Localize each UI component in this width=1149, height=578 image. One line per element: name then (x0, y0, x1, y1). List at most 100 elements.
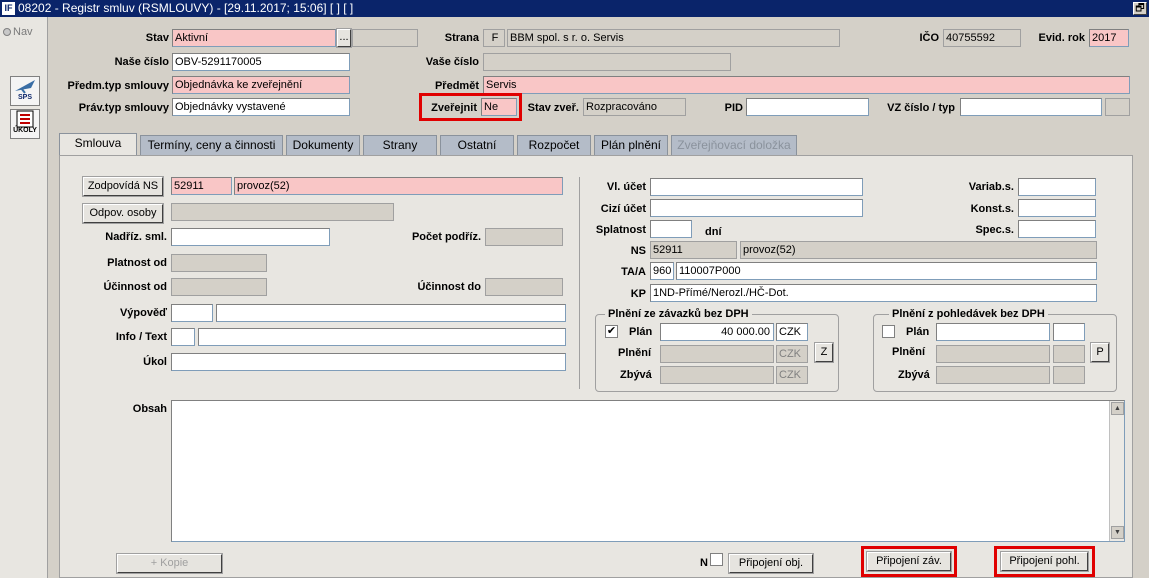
ukoly-label: ÚKOLY (13, 127, 37, 134)
taa-value-field[interactable]: 110007P000 (676, 262, 1097, 280)
tab-dokumenty[interactable]: Dokumenty (286, 135, 360, 155)
tab-terminy[interactable]: Termíny, ceny a činnosti (140, 135, 283, 155)
strana-label: Strana (444, 32, 479, 44)
ico-field: 40755592 (943, 29, 1021, 47)
zbyva-zav-field (660, 366, 774, 384)
vypoved-a-field[interactable] (171, 304, 213, 322)
pocet-podriz-label: Počet podříz. (411, 231, 481, 243)
cizi-ucet-field[interactable] (650, 199, 863, 217)
kp-label: KP (630, 288, 646, 300)
info-a-field[interactable] (171, 328, 195, 346)
window-titlebar: IF 08202 - Registr smluv (RSMLOUVY) - [2… (0, 0, 1149, 17)
variab-field[interactable] (1018, 178, 1096, 196)
tab-ostatni[interactable]: Ostatní (440, 135, 514, 155)
ico-label: IČO (919, 32, 939, 44)
scroll-up-icon[interactable]: ▲ (1111, 402, 1124, 415)
stav-field[interactable]: Aktivní (172, 29, 336, 47)
plan-pohl-label: Plán (906, 326, 930, 338)
plan-pohl-currency[interactable] (1053, 323, 1085, 341)
stav-lookup-button[interactable]: ... (336, 28, 352, 48)
info-text-label: Info / Text (115, 331, 167, 343)
plan-zav-checkbox[interactable]: ✔ (605, 325, 618, 338)
nav-toggle[interactable]: Nav (3, 26, 33, 38)
kp-field[interactable]: 1ND-Přímé/Nerozl./HČ-Dot. (650, 284, 1097, 302)
zbyva-pohl-label: Zbývá (898, 369, 930, 381)
pid-field[interactable] (746, 98, 869, 116)
nadriz-field[interactable] (171, 228, 330, 246)
scroll-down-icon[interactable]: ▼ (1111, 526, 1124, 539)
vl-ucet-field[interactable] (650, 178, 863, 196)
plan-pohl-field[interactable] (936, 323, 1050, 341)
plan-pohl-checkbox[interactable] (882, 325, 895, 338)
z-button[interactable]: Z (814, 342, 834, 363)
spec-label: Spec.s. (975, 224, 1014, 236)
sps-label: SPS (17, 94, 32, 101)
plneni-zavazku-title: Plnění ze závazků bez DPH (605, 308, 752, 320)
info-b-field[interactable] (198, 328, 566, 346)
evid-rok-field[interactable]: 2017 (1089, 29, 1129, 47)
obsah-scrollbar[interactable]: ▲ ▼ (1109, 401, 1124, 541)
odpov-osoby-field (171, 203, 394, 221)
ns-code-field: 52911 (650, 241, 737, 259)
prav-typ-field[interactable]: Objednávky vystavené (172, 98, 350, 116)
nadriz-label: Nadříz. sml. (105, 231, 167, 243)
nase-cislo-field[interactable]: OBV-5291170005 (172, 53, 350, 71)
tab-strany[interactable]: Strany (363, 135, 437, 155)
tab-rozpocet[interactable]: Rozpočet (517, 135, 591, 155)
taa-code-field[interactable]: 960 (650, 262, 674, 280)
radio-icon (3, 28, 11, 37)
task-list-icon (16, 110, 34, 128)
predmet-field[interactable]: Servis (483, 76, 1130, 94)
pripojeni-obj-button[interactable]: Připojení obj. (728, 553, 814, 574)
ukoly-button[interactable]: ÚKOLY (10, 109, 40, 139)
splatnost-unit: dní (705, 226, 722, 238)
plneni-zav-currency: CZK (776, 345, 808, 363)
tab-plan-plneni[interactable]: Plán plnění (594, 135, 668, 155)
tab-smlouva[interactable]: Smlouva (59, 133, 137, 157)
stav-zver-field: Rozpracováno (583, 98, 686, 116)
prav-typ-label: Práv.typ smlouvy (78, 102, 169, 114)
main-area: Stav Aktivní ... Strana F BBM spol. s r.… (49, 17, 1149, 578)
plan-zav-currency[interactable]: CZK (776, 323, 808, 341)
checkmark-icon: ✔ (606, 325, 617, 337)
p-button[interactable]: P (1090, 342, 1110, 363)
n-checkbox[interactable] (710, 553, 723, 566)
n-label: N (700, 557, 708, 569)
variab-label: Variab.s. (968, 181, 1014, 193)
tab-zverejnovaci-dolozka: Zveřejňovací doložka (671, 135, 797, 155)
zodpovida-name-field: provoz(52) (234, 177, 563, 195)
zodpovida-code-field[interactable]: 52911 (171, 177, 232, 195)
plneni-pohl-label: Plnění (892, 346, 926, 358)
ukol-field[interactable] (171, 353, 566, 371)
plneni-zav-label: Plnění (618, 347, 652, 359)
ns-label: NS (630, 245, 646, 257)
vz-typ-field[interactable] (1105, 98, 1130, 116)
konst-label: Konst.s. (970, 203, 1014, 215)
zbyva-zav-label: Zbývá (620, 369, 652, 381)
vz-label: VZ číslo / typ (887, 102, 955, 114)
plneni-pohl-currency (1053, 345, 1085, 363)
obsah-textarea[interactable] (171, 400, 1125, 542)
plane-icon (15, 80, 35, 94)
plan-zav-field[interactable]: 40 000.00 (660, 323, 774, 341)
odpov-osoby-button[interactable]: Odpov. osoby (82, 203, 164, 224)
predm-typ-field[interactable]: Objednávka ke zveřejnění (172, 76, 350, 94)
ucinnost-do-field (485, 278, 563, 296)
zbyva-pohl-field (936, 366, 1050, 384)
zodpovida-ns-button[interactable]: Zodpovídá NS (82, 176, 164, 197)
vypoved-b-field[interactable] (216, 304, 566, 322)
platnost-field (171, 254, 267, 272)
sps-button[interactable]: SPS (10, 76, 40, 106)
spec-field[interactable] (1018, 220, 1096, 238)
pripojeni-pohl-highlight (994, 546, 1095, 577)
vz-cislo-field[interactable] (960, 98, 1102, 116)
konst-field[interactable] (1018, 199, 1096, 217)
strana-code-field: F (483, 29, 505, 47)
vase-cislo-field[interactable] (483, 53, 731, 71)
restore-window-icon[interactable]: 🗗 (1133, 2, 1147, 15)
plneni-pohledavek-title: Plnění z pohledávek bez DPH (889, 308, 1048, 320)
stav-zver-label: Stav zveř. (527, 102, 579, 114)
splatnost-field[interactable] (650, 220, 692, 238)
vypoved-label: Výpověď (119, 307, 167, 319)
pid-label: PID (724, 102, 743, 114)
